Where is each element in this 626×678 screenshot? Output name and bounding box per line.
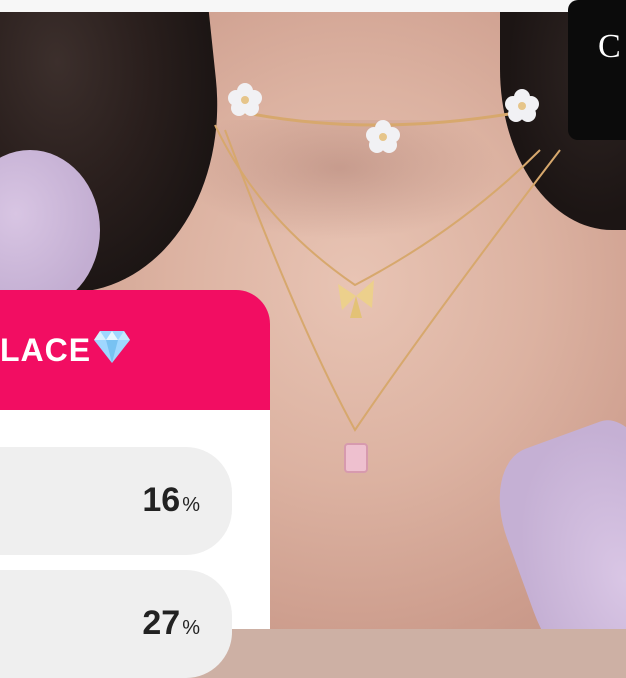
poll-title: LACE [0,332,92,368]
percent-sign: % [182,494,200,516]
poll-option-percent: 27% [142,604,200,642]
pink-gem-pendant [344,443,368,473]
flower-charm [505,89,539,122]
flower-charm [228,83,262,116]
long-chain [224,129,561,432]
poll-header: LACE [0,290,270,410]
gem-icon [94,331,130,363]
poll-option-percent: 16% [142,481,200,519]
corner-glyph: C [598,28,621,65]
corner-overlay-tab: C [568,0,626,140]
poll-option-2[interactable]: 27% [0,570,232,678]
poll-options: 16% 27% [0,410,270,678]
butterfly-pendant [338,280,374,318]
poll-sticker[interactable]: LACE 16% 27% [0,290,270,678]
poll-option-1[interactable]: 16% [0,447,232,555]
percent-sign: % [182,617,200,639]
